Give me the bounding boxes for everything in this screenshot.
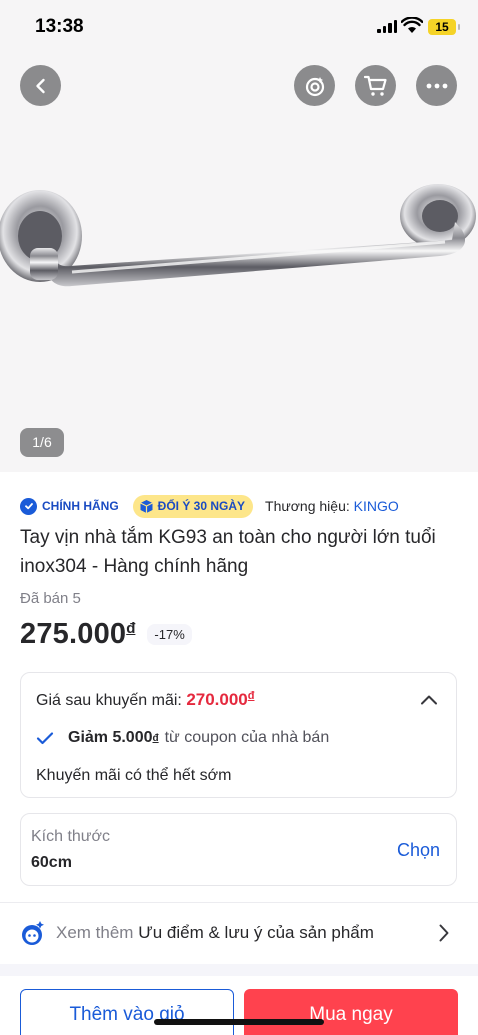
status-time: 13:38 [35, 16, 84, 37]
battery-indicator: 15 [428, 19, 460, 35]
add-to-cart-button[interactable]: Thêm vào giỏ [20, 989, 234, 1035]
promo-currency: đ [247, 690, 255, 702]
see-more-topic: Ưu điểm & lưu ý của sản phẩm [138, 923, 374, 942]
section-separator [0, 964, 478, 976]
price-currency: đ [126, 620, 136, 637]
coupon-amount: Giảm 5.000 [68, 729, 153, 746]
cart-button[interactable] [355, 65, 396, 106]
current-price: 275.000 [20, 618, 127, 650]
price-block: 275.000 đ -17% [20, 618, 192, 651]
check-icon [36, 732, 54, 745]
coupon-row: Giảm 5.000 đ từ coupon của nhà bán [36, 729, 329, 747]
chevron-right-icon [439, 924, 449, 942]
product-detail-page: 1/6 13:38 15 CHÍNH HÃNG ĐỔI Ý 30 NGÀY Th… [0, 0, 478, 1035]
coupon-currency: đ [152, 732, 159, 744]
chevron-left-icon [35, 78, 45, 93]
return-policy-label: ĐỔI Ý 30 NGÀY [157, 499, 246, 513]
promo-price-label: Giá sau khuyến mãi: [36, 692, 182, 709]
product-title: Tay vịn nhà tắm KG93 an toàn cho người l… [20, 527, 436, 577]
back-button[interactable] [20, 65, 61, 106]
cellular-signal-icon [377, 20, 397, 33]
coupon-description: từ coupon của nhà bán [164, 729, 330, 746]
promo-note: Khuyến mãi có thể hết sớm [36, 767, 232, 784]
ar-view-button[interactable] [294, 65, 335, 106]
status-bar: 13:38 15 [0, 0, 478, 56]
wifi-icon [401, 17, 423, 33]
return-policy-badge[interactable]: ĐỔI Ý 30 NGÀY [132, 494, 254, 518]
box-return-icon [139, 499, 153, 513]
see-more-text: Xem thêm Ưu điểm & lưu ý của sản phẩm [56, 923, 374, 943]
bottom-action-bar: Thêm vào giỏ Mua ngay [0, 976, 478, 1035]
brand-label: Thương hiệu: [265, 498, 350, 514]
chevron-up-icon[interactable] [420, 694, 438, 706]
home-indicator [154, 1019, 324, 1025]
product-image [0, 184, 476, 287]
promotion-card[interactable]: Giá sau khuyến mãi: 270.000đ Giảm 5.000 đ… [20, 672, 457, 798]
brand-info: Thương hiệu: KINGO [265, 498, 399, 514]
size-selector[interactable]: Kích thước 60cm Chọn [20, 813, 457, 886]
sold-count: Đã bán 5 [20, 590, 81, 607]
discount-badge: -17% [147, 624, 192, 645]
authentic-badge-label: CHÍNH HÃNG [42, 499, 119, 513]
promo-price: 270.000 [186, 690, 248, 709]
mascot-sparkle-icon [22, 921, 44, 945]
product-badges: CHÍNH HÃNG ĐỔI Ý 30 NGÀY Thương hiệu: KI… [20, 492, 399, 520]
choose-size-button[interactable]: Chọn [397, 840, 440, 861]
product-image-gallery[interactable]: 1/6 [0, 0, 478, 472]
see-more-prefix: Xem thêm [56, 923, 134, 942]
size-label: Kích thước [31, 828, 111, 845]
buy-now-button[interactable]: Mua ngay [244, 989, 458, 1035]
cart-icon [363, 75, 387, 96]
more-icon [426, 83, 447, 88]
size-value: 60cm [31, 854, 72, 871]
authentic-badge: CHÍNH HÃNG [20, 497, 119, 515]
section-divider [0, 902, 478, 903]
brand-link[interactable]: KINGO [354, 498, 399, 514]
see-more-row[interactable]: Xem thêm Ưu điểm & lưu ý của sản phẩm [20, 917, 460, 949]
more-options-button[interactable] [416, 65, 457, 106]
promo-price-row: Giá sau khuyến mãi: 270.000đ [36, 690, 255, 710]
image-counter: 1/6 [20, 428, 64, 457]
ar-view-icon [305, 76, 324, 96]
verified-check-icon [20, 497, 37, 515]
